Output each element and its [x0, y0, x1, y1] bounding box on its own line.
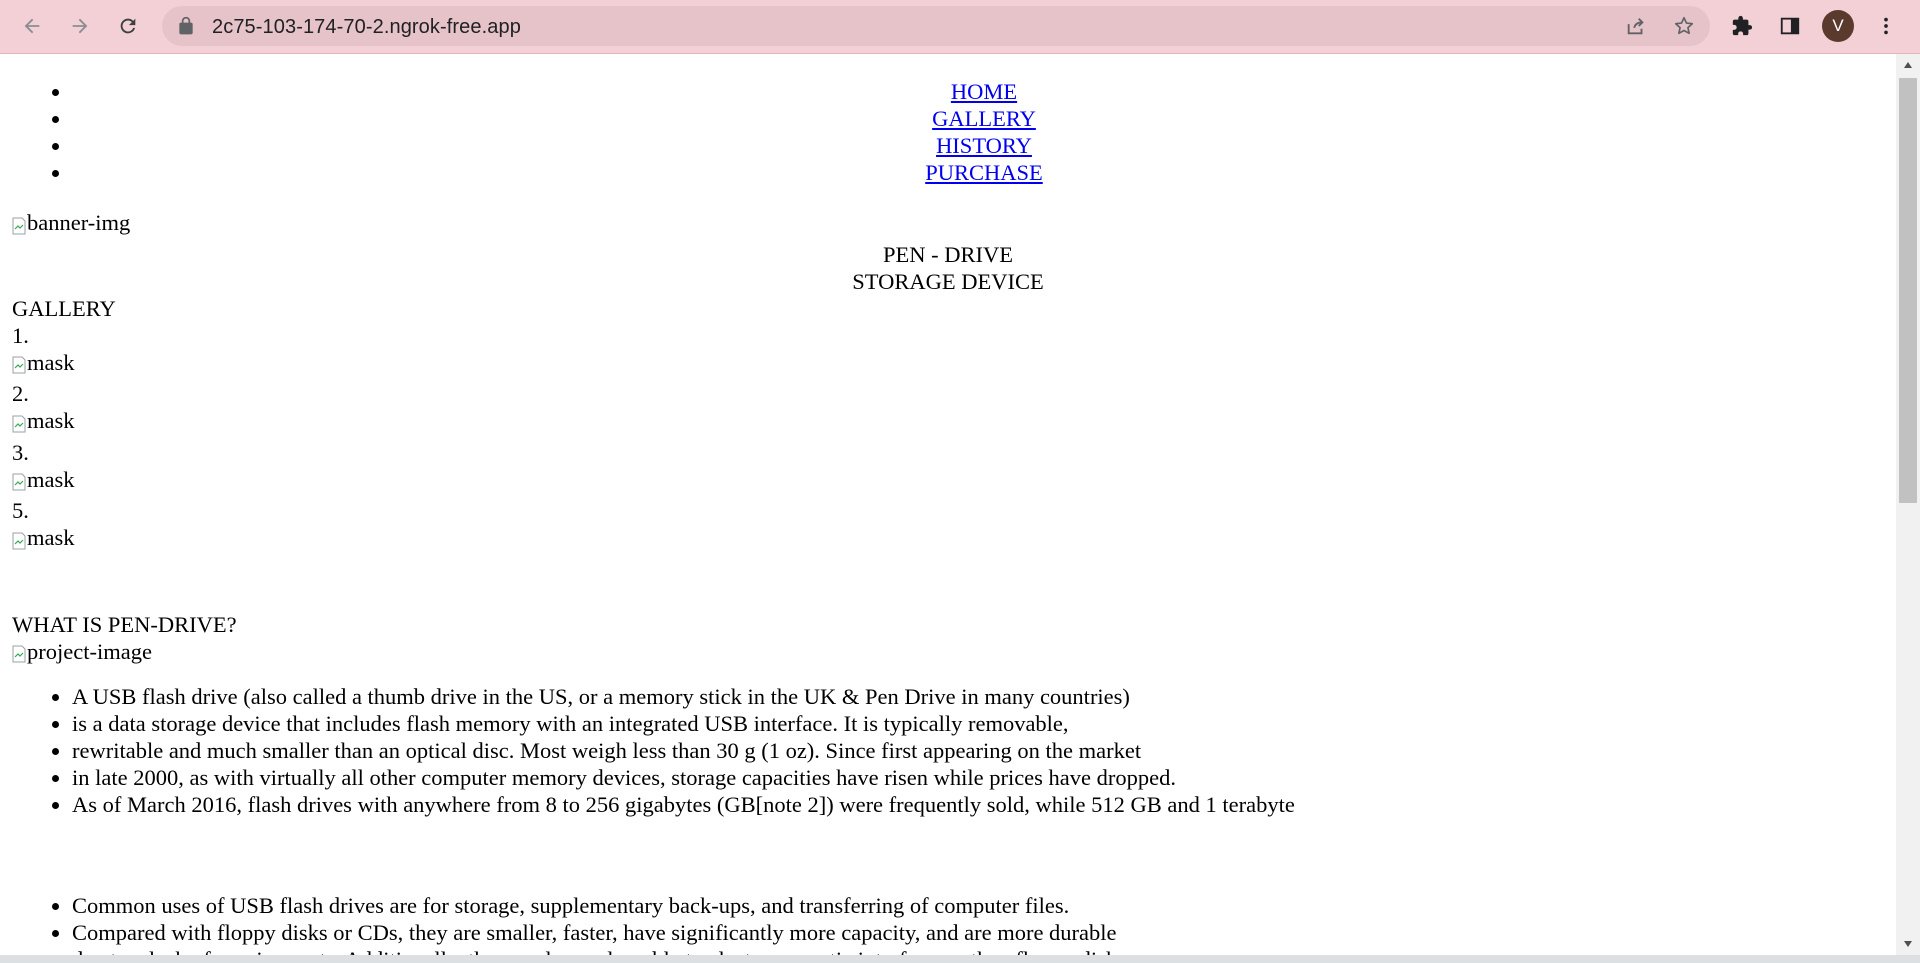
scroll-down-arrow-icon[interactable] — [1896, 933, 1920, 955]
gallery-item: 3. mask — [12, 439, 1896, 498]
nav-link-history[interactable]: HISTORY — [936, 133, 1032, 158]
arrow-right-icon — [72, 18, 88, 34]
gallery-item: 5. mask — [12, 497, 1896, 556]
bookmark-button[interactable] — [1666, 8, 1702, 44]
page-viewport: HOME GALLERY HISTORY PURCHASE banner-img… — [0, 54, 1896, 955]
gallery-item: 2. mask — [12, 380, 1896, 439]
gallery-image: mask — [12, 407, 75, 434]
lock-icon — [179, 16, 193, 35]
gallery-heading: GALLERY — [12, 295, 116, 321]
gallery-image-alt: mask — [27, 408, 75, 433]
nav-item-home: HOME — [72, 78, 1896, 105]
reload-icon — [120, 18, 136, 34]
broken-image-icon — [12, 470, 26, 491]
scroll-up-arrow-icon[interactable] — [1896, 54, 1920, 76]
gallery-list: 1. mask 2. mask 3. mask 5. mask — [0, 322, 1896, 556]
horizontal-scrollbar[interactable] — [0, 955, 1920, 963]
side-panel-icon — [1780, 17, 1800, 35]
back-button[interactable] — [14, 8, 50, 44]
puzzle-icon — [1732, 15, 1753, 36]
gallery-item-number: 3. — [12, 439, 29, 465]
list-item: rewritable and much smaller than an opti… — [72, 737, 1896, 764]
gallery-image-alt: mask — [27, 466, 75, 492]
star-icon — [1674, 16, 1694, 35]
list-item: A USB flash drive (also called a thumb d… — [72, 683, 1896, 710]
address-bar[interactable]: 2c75-103-174-70-2.ngrok-free.app — [162, 6, 1710, 46]
gallery-image: mask — [12, 349, 75, 376]
broken-image-icon — [12, 353, 26, 374]
about-bullets-1: A USB flash drive (also called a thumb d… — [0, 683, 1896, 818]
nav-item-gallery: GALLERY — [72, 105, 1896, 132]
reload-button[interactable] — [110, 8, 146, 44]
gallery-image: mask — [12, 466, 75, 493]
broken-image-icon — [12, 214, 26, 234]
share-button[interactable] — [1618, 8, 1654, 44]
url-text[interactable]: 2c75-103-174-70-2.ngrok-free.app — [212, 16, 521, 39]
share-icon — [1627, 18, 1644, 35]
gallery-item-number: 5. — [12, 498, 29, 523]
scrollbar-thumb[interactable] — [1899, 78, 1917, 503]
broken-image-icon — [12, 412, 26, 432]
gallery-item: 1. mask — [12, 322, 1896, 381]
about-heading: WHAT IS PEN-DRIVE? — [12, 611, 237, 637]
arrow-left-icon — [24, 18, 40, 34]
browser-toolbar: 2c75-103-174-70-2.ngrok-free.app V — [0, 0, 1920, 54]
banner-subtitle: STORAGE DEVICE — [852, 268, 1044, 294]
list-item: in late 2000, as with virtually all othe… — [72, 764, 1896, 791]
more-vert-icon — [1884, 17, 1888, 35]
side-panel-button[interactable] — [1772, 8, 1808, 44]
broken-image-icon — [12, 529, 26, 549]
vertical-scrollbar[interactable] — [1896, 54, 1920, 955]
menu-button[interactable] — [1868, 8, 1904, 44]
list-item: As of March 2016, flash drives with anyw… — [72, 791, 1896, 818]
forward-button[interactable] — [62, 8, 98, 44]
nav-item-purchase: PURCHASE — [72, 159, 1896, 186]
gallery-image-alt: mask — [27, 525, 75, 550]
main-nav: HOME GALLERY HISTORY PURCHASE — [0, 78, 1896, 186]
project-image-alt: project-image — [27, 638, 152, 664]
banner-title: PEN - DRIVE — [883, 241, 1013, 267]
extensions-button[interactable] — [1724, 8, 1760, 44]
gallery-item-number: 1. — [12, 322, 29, 348]
gallery-image-alt: mask — [27, 349, 75, 375]
project-image: project-image — [12, 638, 152, 665]
list-item: is a data storage device that includes f… — [72, 710, 1896, 737]
broken-image-icon — [12, 642, 26, 663]
list-item: due to a lack of moving parts. Additiona… — [72, 946, 1896, 955]
gallery-item-number: 2. — [12, 381, 29, 406]
nav-link-home[interactable]: HOME — [951, 79, 1017, 104]
list-item: Common uses of USB flash drives are for … — [72, 892, 1896, 919]
about-bullets-2: Common uses of USB flash drives are for … — [0, 892, 1896, 955]
nav-link-gallery[interactable]: GALLERY — [932, 106, 1036, 131]
list-item: Compared with floppy disks or CDs, they … — [72, 919, 1896, 946]
nav-item-history: HISTORY — [72, 132, 1896, 159]
banner-image-alt: banner-img — [27, 210, 131, 235]
nav-link-purchase[interactable]: PURCHASE — [925, 160, 1043, 185]
banner-image: banner-img — [12, 209, 130, 236]
gallery-image: mask — [12, 524, 75, 551]
profile-avatar[interactable]: V — [1822, 10, 1854, 42]
